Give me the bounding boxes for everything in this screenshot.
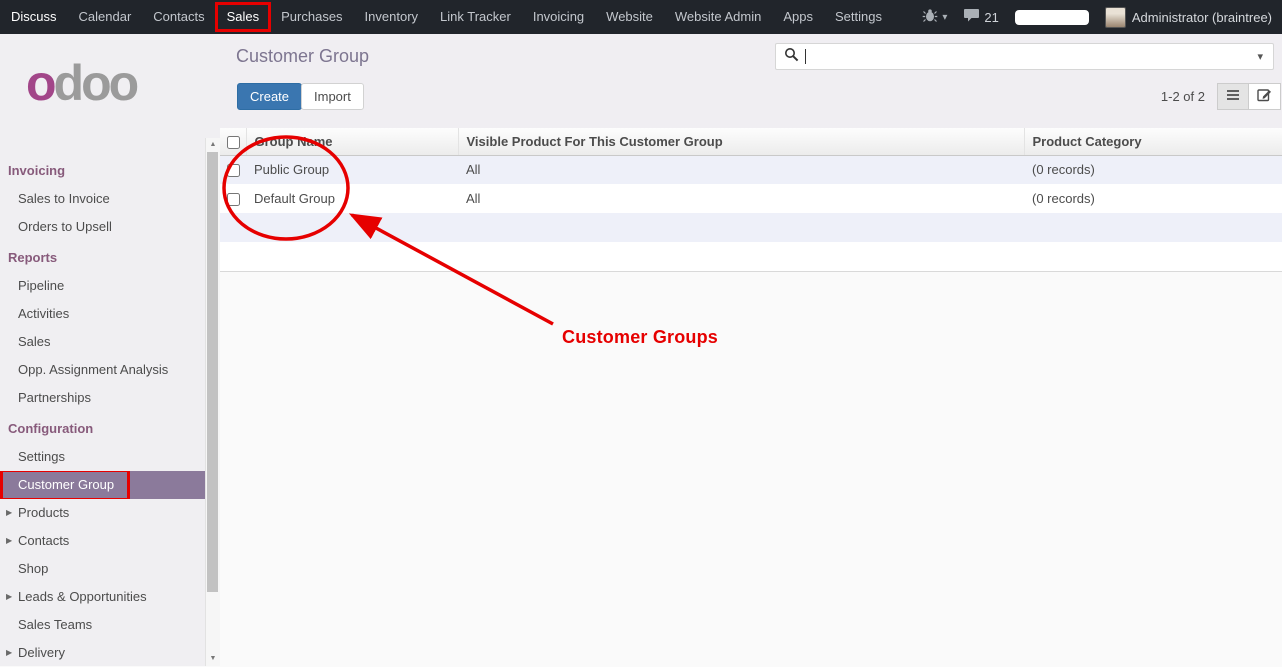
sidebar-scrollbar[interactable]: ▲ ▼ — [205, 138, 220, 666]
sidebar-item-label: Leads & Opportunities — [18, 589, 147, 604]
nav-settings[interactable]: Settings — [824, 0, 893, 34]
nav-purchases[interactable]: Purchases — [270, 0, 353, 34]
create-button[interactable]: Create — [237, 83, 302, 110]
sidebar-item-products[interactable]: ▶ Products — [0, 499, 206, 527]
list-view-button[interactable] — [1217, 83, 1249, 110]
scroll-down-icon[interactable]: ▼ — [206, 652, 220, 666]
column-header-visible-product[interactable]: Visible Product For This Customer Group — [458, 128, 1024, 155]
sidebar-item-sales-to-invoice[interactable]: Sales to Invoice — [0, 185, 206, 213]
sidebar-item-sales[interactable]: Sales — [0, 328, 206, 356]
nav-website-admin[interactable]: Website Admin — [664, 0, 772, 34]
table-header-row: Group Name Visible Product For This Cust… — [220, 128, 1282, 155]
cell-group-name[interactable]: Public Group — [246, 155, 458, 184]
sidebar-item-contacts[interactable]: ▶ Contacts — [0, 527, 206, 555]
list-view-icon — [1226, 88, 1240, 106]
avatar — [1105, 7, 1126, 28]
table-row[interactable]: Default Group All (0 records) — [220, 184, 1282, 213]
sidebar-item-activities[interactable]: Activities — [0, 300, 206, 328]
sidebar-item-opp-assignment-analysis[interactable]: Opp. Assignment Analysis — [0, 356, 206, 384]
sidebar-item-orders-to-upsell[interactable]: Orders to Upsell — [0, 213, 206, 241]
empty-row — [220, 242, 1282, 271]
cell-visible-product[interactable]: All — [458, 155, 1024, 184]
expand-arrow-icon: ▶ — [6, 499, 12, 527]
page-title: Customer Group — [236, 46, 369, 67]
bug-icon — [922, 9, 938, 25]
nav-contacts[interactable]: Contacts — [142, 0, 215, 34]
nav-calendar[interactable]: Calendar — [68, 0, 143, 34]
sidebar: odoo Invoicing Sales to Invoice Orders t… — [0, 34, 220, 666]
topbar-right-cluster: ▾ 21 Administrator (braintree) — [922, 7, 1282, 28]
row-checkbox[interactable] — [227, 193, 240, 206]
search-filters-caret-icon[interactable]: ▾ — [1255, 50, 1265, 63]
view-switcher — [1217, 83, 1281, 110]
expand-arrow-icon: ▶ — [6, 527, 12, 555]
messages-count: 21 — [984, 10, 998, 25]
sidebar-item-label: Contacts — [18, 533, 69, 548]
sidebar-menu: Invoicing Sales to Invoice Orders to Ups… — [0, 154, 206, 667]
select-all-checkbox[interactable] — [227, 136, 240, 149]
debug-menu[interactable]: ▾ — [922, 9, 947, 25]
user-name: Administrator (braintree) — [1132, 10, 1272, 25]
sidebar-section-invoicing: Invoicing — [0, 157, 206, 185]
list-view: Group Name Visible Product For This Cust… — [220, 128, 1282, 272]
cell-product-category[interactable]: (0 records) — [1024, 155, 1282, 184]
cell-visible-product[interactable]: All — [458, 184, 1024, 213]
search-icon — [784, 47, 799, 67]
sidebar-item-leads-opportunities[interactable]: ▶ Leads & Opportunities — [0, 583, 206, 611]
user-menu[interactable]: Administrator (braintree) — [1105, 7, 1272, 28]
progress-pill — [1015, 10, 1089, 25]
nav-sales[interactable]: Sales — [216, 0, 271, 34]
search-input[interactable]: ▾ — [775, 43, 1274, 70]
scroll-up-icon[interactable]: ▲ — [206, 138, 220, 152]
chat-bubble-icon — [963, 8, 980, 26]
scrollbar-thumb[interactable] — [207, 152, 218, 592]
sidebar-item-settings[interactable]: Settings — [0, 443, 206, 471]
sidebar-item-customer-group[interactable]: Customer Group — [0, 471, 206, 499]
cell-group-name[interactable]: Default Group — [246, 184, 458, 213]
cell-product-category[interactable]: (0 records) — [1024, 184, 1282, 213]
form-view-button[interactable] — [1249, 83, 1281, 110]
top-navbar: Discuss Calendar Contacts Sales Purchase… — [0, 0, 1282, 34]
edit-pencil-icon — [1257, 87, 1272, 107]
main-content: Customer Group ▾ Create Import 1-2 of 2 — [220, 34, 1282, 666]
select-all-cell — [220, 128, 246, 155]
import-button[interactable]: Import — [301, 83, 364, 110]
column-header-product-category[interactable]: Product Category — [1024, 128, 1282, 155]
sidebar-item-label: Products — [18, 505, 69, 520]
row-checkbox[interactable] — [227, 164, 240, 177]
nav-link-tracker[interactable]: Link Tracker — [429, 0, 522, 34]
expand-arrow-icon: ▶ — [6, 583, 12, 611]
sidebar-section-reports: Reports — [0, 244, 206, 272]
sidebar-item-partnerships[interactable]: Partnerships — [0, 384, 206, 412]
odoo-logo: odoo — [0, 34, 220, 111]
sidebar-item-label: Delivery — [18, 645, 65, 660]
nav-apps[interactable]: Apps — [772, 0, 824, 34]
sidebar-item-pipeline[interactable]: Pipeline — [0, 272, 206, 300]
pager-area: 1-2 of 2 — [1161, 83, 1281, 110]
text-cursor-icon — [805, 49, 806, 64]
pager: 1-2 of 2 — [1161, 89, 1205, 104]
sidebar-item-delivery[interactable]: ▶ Delivery — [0, 639, 206, 667]
sidebar-item-shop[interactable]: Shop — [0, 555, 206, 583]
nav-invoicing[interactable]: Invoicing — [522, 0, 595, 34]
messages-indicator[interactable]: 21 — [963, 8, 998, 26]
control-panel: Customer Group ▾ Create Import 1-2 of 2 — [220, 34, 1282, 128]
nav-discuss[interactable]: Discuss — [0, 0, 68, 34]
nav-inventory[interactable]: Inventory — [354, 0, 429, 34]
row-select-cell — [220, 184, 246, 213]
sidebar-section-configuration: Configuration — [0, 415, 206, 443]
caret-down-icon: ▾ — [942, 12, 947, 23]
column-header-group-name[interactable]: Group Name — [246, 128, 458, 155]
table-row[interactable]: Public Group All (0 records) — [220, 155, 1282, 184]
row-select-cell — [220, 155, 246, 184]
sidebar-item-sales-teams[interactable]: Sales Teams — [0, 611, 206, 639]
empty-row — [220, 213, 1282, 242]
nav-website[interactable]: Website — [595, 0, 664, 34]
expand-arrow-icon: ▶ — [6, 639, 12, 667]
